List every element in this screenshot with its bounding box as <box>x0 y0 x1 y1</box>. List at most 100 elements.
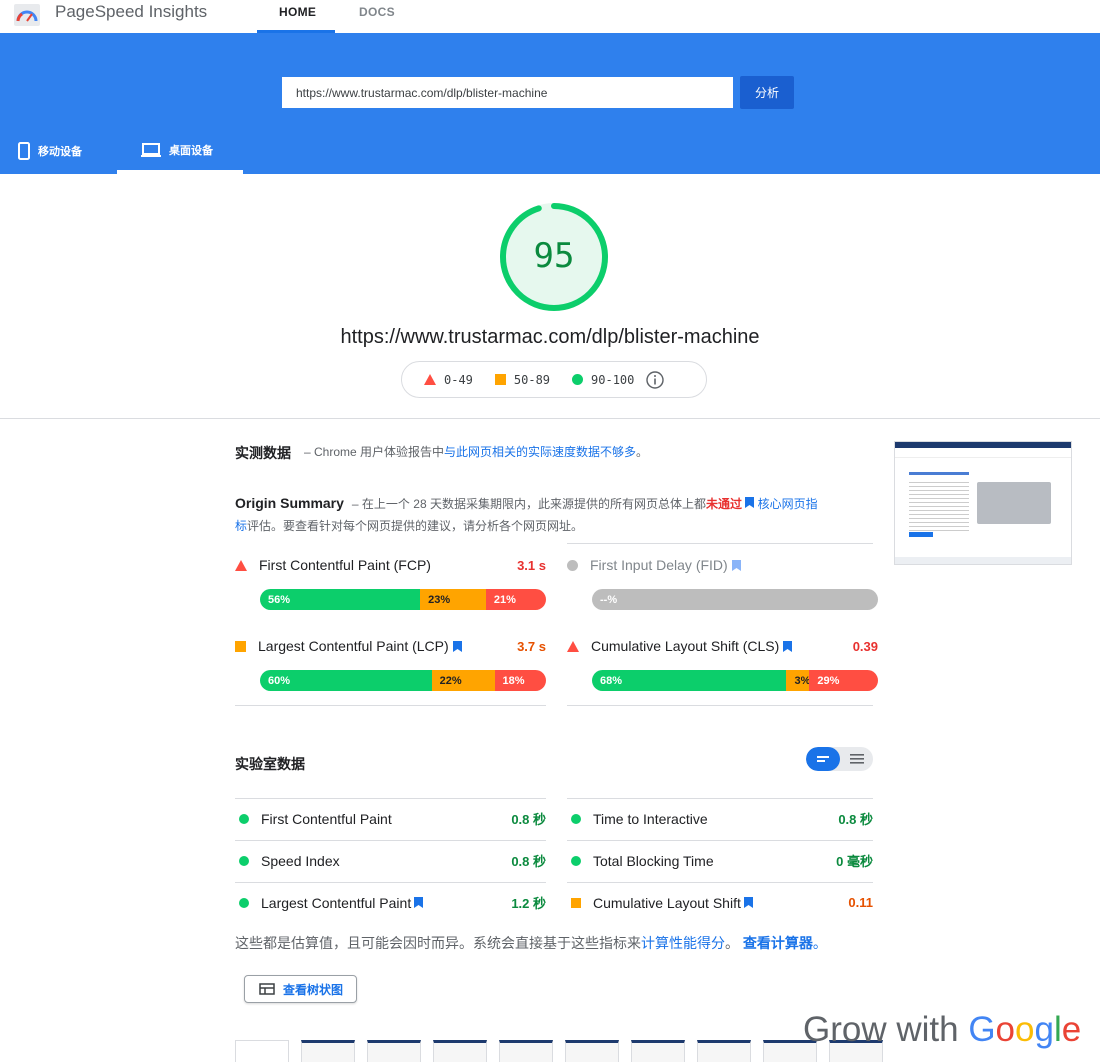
tab-mobile-label: 移动设备 <box>38 146 82 158</box>
note-mid: 。 <box>725 935 739 951</box>
url-input[interactable]: https://www.trustarmac.com/dlp/blister-m… <box>282 77 733 108</box>
bookmark-icon <box>745 497 755 508</box>
score-legend: 0-49 50-89 90-100 <box>401 361 707 398</box>
origin-desc-part1: – 在上一个 28 天数据采集期限内，此来源提供的所有网页总体上都 <box>351 497 706 511</box>
analyze-button[interactable]: 分析 <box>740 76 794 109</box>
origin-fail-label: 未通过 <box>705 497 742 511</box>
page-screenshot-thumbnail <box>894 441 1072 565</box>
performance-score: 95 <box>533 236 575 276</box>
info-icon[interactable] <box>646 370 665 389</box>
grow-with-google-watermark: Grow with Google <box>803 1010 1081 1050</box>
tab-desktop-label: 桌面设备 <box>169 145 213 157</box>
square-icon <box>235 640 246 652</box>
bookmark-icon <box>414 897 424 908</box>
triangle-icon <box>567 640 579 652</box>
legend-good: 90-100 <box>572 373 634 387</box>
metric-cls-head: Cumulative Layout Shift (CLS) 0.39 <box>567 638 878 654</box>
tab-home[interactable]: HOME <box>279 5 316 19</box>
app-title: PageSpeed Insights <box>55 2 208 21</box>
metric-lcp: Largest Contentful Paint (LCP) 3.7 s 60%… <box>235 626 546 706</box>
calculator-link[interactable]: 查看计算器 <box>743 935 813 951</box>
view-treemap-label: 查看树状图 <box>283 982 344 997</box>
metric-cls-name[interactable]: Cumulative Layout Shift (CLS) <box>591 638 779 654</box>
square-icon <box>494 374 506 385</box>
legend-poor-label: 0-49 <box>444 372 473 387</box>
tab-desktop[interactable]: 桌面设备 <box>141 142 213 158</box>
metric-fid-distribution: --% <box>592 589 878 610</box>
url-header: https://www.trustarmac.com/dlp/blister-m… <box>0 33 1100 174</box>
filmstrip-frame <box>433 1040 487 1062</box>
estimate-note: 这些都是估算值，且可能会因时而异。系统会直接基于这些指标来计算性能得分。 查看计… <box>235 933 827 953</box>
toggle-compact-view[interactable] <box>806 747 840 771</box>
metric-cls-distribution: 68% 3% 29% <box>592 670 878 691</box>
origin-summary-title: Origin Summary <box>235 495 344 511</box>
metric-fcp-value: 3.1 s <box>517 557 546 573</box>
perf-score-link[interactable]: 计算性能得分 <box>641 935 725 951</box>
metric-fcp-head: First Contentful Paint (FCP) 3.1 s <box>235 557 546 573</box>
treemap-icon <box>259 983 275 995</box>
bookmark-icon <box>783 640 793 652</box>
field-desc-suffix: 。 <box>636 445 649 459</box>
device-tab-indicator <box>117 170 243 174</box>
bookmark-icon <box>743 897 753 908</box>
filmstrip-frame <box>499 1040 553 1062</box>
tab-docs[interactable]: DOCS <box>359 5 395 19</box>
legend-average-label: 50-89 <box>513 372 551 387</box>
lab-metric-lcp: Largest Contentful Paint 1.2 秒 <box>235 882 546 923</box>
fcp-poor-segment: 21% <box>485 589 546 610</box>
metric-lcp-head: Largest Contentful Paint (LCP) 3.7 s <box>235 638 546 654</box>
metric-fid: First Input Delay (FID) --% <box>567 545 878 625</box>
lab-metric-value: 0.8 秒 <box>838 812 873 827</box>
lab-metric-cls: Cumulative Layout Shift 0.11 <box>567 882 873 923</box>
metric-fcp: First Contentful Paint (FCP) 3.1 s 56% 2… <box>235 545 546 625</box>
lab-metric-name: Total Blocking Time <box>593 852 714 869</box>
lab-metric-value: 0 毫秒 <box>836 854 873 869</box>
lab-metric-name: Time to Interactive <box>593 810 708 827</box>
metric-lcp-value: 3.7 s <box>517 638 546 654</box>
view-toggle[interactable] <box>806 747 873 771</box>
bookmark-icon <box>731 559 741 571</box>
good-dot-icon <box>571 813 581 824</box>
cls-good-segment: 68% <box>592 670 787 691</box>
field-data-title: 实测数据 <box>235 445 291 461</box>
metric-fcp-name[interactable]: First Contentful Paint (FCP) <box>259 557 431 573</box>
filmstrip-frame <box>565 1040 619 1062</box>
legend-poor: 0-49 <box>424 373 473 387</box>
filmstrip-frame <box>697 1040 751 1062</box>
triangle-icon <box>235 559 247 571</box>
cls-poor-segment: 29% <box>809 670 878 691</box>
lab-metric-name: Largest Contentful Paint <box>261 894 412 911</box>
metric-cls: Cumulative Layout Shift (CLS) 0.39 68% 3… <box>567 626 878 706</box>
expanded-list-icon[interactable] <box>840 747 873 771</box>
good-dot-icon <box>239 813 249 824</box>
metric-lcp-name[interactable]: Largest Contentful Paint (LCP) <box>258 638 449 654</box>
metric-fid-name[interactable]: First Input Delay (FID) <box>590 557 728 573</box>
tab-mobile[interactable]: 移动设备 <box>18 142 82 160</box>
good-dot-icon <box>239 855 249 866</box>
good-dot-icon <box>571 855 581 866</box>
metric-fid-head: First Input Delay (FID) <box>567 557 878 573</box>
average-square-icon <box>571 897 581 908</box>
field-desc-link[interactable]: 与此网页相关的实际速度数据不够多 <box>444 445 636 459</box>
lcp-poor-segment: 18% <box>494 670 546 691</box>
lcp-average-segment: 22% <box>431 670 495 691</box>
fid-nodata-segment: --% <box>592 589 878 610</box>
filmstrip-frame <box>301 1040 355 1062</box>
metric-lcp-distribution: 60% 22% 18% <box>260 670 546 691</box>
watermark-prefix: Grow with <box>803 1010 969 1049</box>
lab-metric-value: 0.8 秒 <box>511 854 546 869</box>
top-bar: PageSpeed Insights HOME DOCS <box>0 0 1100 33</box>
divider <box>567 705 873 706</box>
lab-metric-name: Cumulative Layout Shift <box>593 894 741 911</box>
lab-metric-value: 1.2 秒 <box>511 896 546 911</box>
loading-filmstrip <box>235 1040 883 1062</box>
filmstrip-frame <box>631 1040 685 1062</box>
cls-average-segment: 3% <box>786 670 810 691</box>
bookmark-icon <box>452 640 462 652</box>
legend-good-label: 90-100 <box>591 372 635 387</box>
view-treemap-button[interactable]: 查看树状图 <box>244 975 357 1003</box>
lab-metric-fcp: First Contentful Paint 0.8 秒 <box>235 798 546 839</box>
lab-metric-name: Speed Index <box>261 852 340 869</box>
lab-metric-value: 0.8 秒 <box>511 812 546 827</box>
filmstrip-frame <box>367 1040 421 1062</box>
